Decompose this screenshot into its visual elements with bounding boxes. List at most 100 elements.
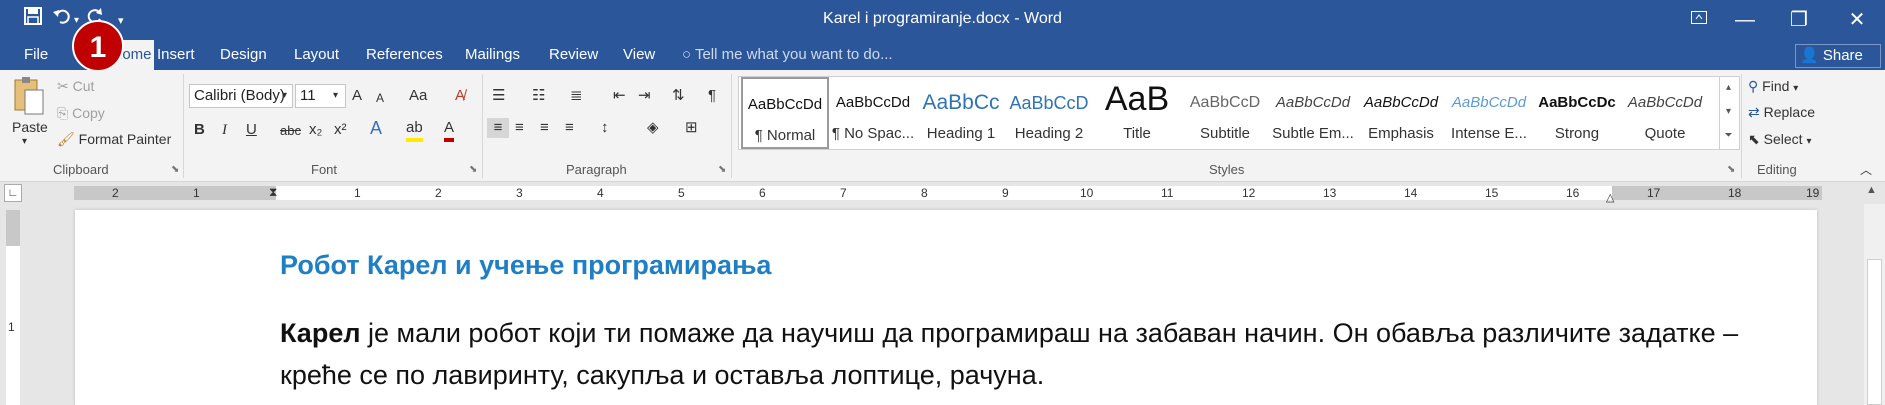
style-strong[interactable]: AaBbCcDc Strong — [1533, 77, 1621, 149]
shrink-font-icon[interactable]: A — [376, 88, 384, 108]
subscript-button[interactable]: x₂ — [309, 120, 322, 140]
sort-icon[interactable]: ⇅ — [672, 86, 685, 106]
style-heading-1[interactable]: AaBbCc Heading 1 — [917, 77, 1005, 149]
vertical-scrollbar[interactable] — [1864, 204, 1885, 405]
search-icon: ⚲ — [1748, 78, 1759, 94]
tab-selector-icon[interactable]: ∟ — [4, 184, 22, 202]
tab-design[interactable]: Design — [220, 46, 267, 63]
replace-button[interactable]: ⇄ Replace — [1748, 104, 1815, 121]
bold-button[interactable]: B — [194, 120, 205, 140]
style-emphasis[interactable]: AaBbCcDd Emphasis — [1357, 77, 1445, 149]
document-paragraph[interactable]: Карел је мали робот који ти помаже да на… — [280, 312, 1760, 396]
change-case-icon[interactable]: Aa — [409, 86, 427, 106]
minimize-button[interactable]: — — [1722, 4, 1768, 36]
grow-font-icon[interactable]: A — [352, 86, 362, 106]
indent-marker-icon[interactable]: ⧗ — [269, 182, 277, 202]
shading-icon[interactable]: ◈ — [647, 118, 659, 138]
ruler-number: 18 — [1728, 186, 1742, 200]
share-button[interactable]: 👤 Share — [1795, 44, 1881, 68]
superscript-button[interactable]: x² — [334, 120, 347, 140]
cut-button[interactable]: ✂ Cut — [57, 78, 94, 95]
close-button[interactable]: ✕ — [1834, 4, 1880, 36]
tell-me-search[interactable]: ○ Tell me what you want to do... — [682, 46, 893, 63]
tab-file[interactable]: File — [24, 46, 48, 63]
numbering-icon[interactable]: ☷ — [532, 86, 545, 106]
style-sample: AaBbCcDc — [1538, 94, 1616, 111]
style-no-spacing[interactable]: AaBbCcDd ¶ No Spac... — [829, 77, 917, 149]
tab-review[interactable]: Review — [549, 46, 598, 63]
ruler-number: 17 — [1647, 186, 1661, 200]
tab-insert[interactable]: Insert — [157, 46, 195, 63]
style-heading-2[interactable]: AaBbCcD Heading 2 — [1005, 77, 1093, 149]
select-dropdown-icon: ▾ — [1806, 136, 1812, 147]
align-right-icon[interactable]: ≡ — [540, 118, 549, 138]
styles-more-icon[interactable]: ⏷ — [1720, 124, 1737, 148]
document-heading[interactable]: Робот Карел и учење програмирања — [280, 250, 771, 281]
align-left-icon[interactable]: ≡ — [487, 118, 509, 138]
align-center-icon[interactable]: ≡ — [515, 118, 524, 138]
line-spacing-icon[interactable]: ↕ — [601, 118, 609, 138]
paste-dropdown-icon[interactable]: ▾ — [22, 136, 27, 147]
vertical-ruler[interactable]: 1 — [6, 210, 20, 405]
decrease-indent-icon[interactable]: ⇤ — [613, 86, 626, 106]
tab-view[interactable]: View — [623, 46, 655, 63]
restore-button[interactable]: ❐ — [1776, 4, 1822, 36]
borders-icon[interactable]: ⊞ — [685, 118, 698, 138]
scrollbar-thumb[interactable] — [1867, 259, 1882, 405]
ruler-number: 16 — [1566, 186, 1580, 200]
bullets-icon[interactable]: ☰ — [492, 86, 505, 106]
justify-icon[interactable]: ≡ — [565, 118, 574, 138]
tab-layout[interactable]: Layout — [294, 46, 339, 63]
font-launcher-icon[interactable]: ⬊ — [469, 164, 477, 175]
font-name-dropdown-icon[interactable]: ▾ — [282, 86, 287, 106]
font-size-dropdown-icon[interactable]: ▾ — [333, 86, 338, 106]
style-name: Subtitle — [1199, 125, 1251, 142]
show-marks-icon[interactable]: ¶ — [708, 86, 716, 106]
font-size-box[interactable]: 11 — [295, 84, 346, 108]
multilevel-list-icon[interactable]: ≣ — [570, 86, 583, 106]
style-name: Heading 2 — [1014, 125, 1084, 142]
styles-scroll-up-icon[interactable]: ▴ — [1720, 76, 1737, 100]
style-quote[interactable]: AaBbCcDd Quote — [1621, 77, 1709, 149]
styles-scroll-down-icon[interactable]: ▾ — [1720, 100, 1737, 124]
style-intense-emphasis[interactable]: AaBbCcDd Intense E... — [1445, 77, 1533, 149]
font-name-box[interactable]: Calibri (Body) — [189, 84, 293, 108]
increase-indent-icon[interactable]: ⇥ — [638, 86, 651, 106]
style-subtle-emphasis[interactable]: AaBbCcDd Subtle Em... — [1269, 77, 1357, 149]
styles-scroll[interactable]: ▴ ▾ ⏷ — [1719, 76, 1737, 150]
collapse-ribbon-icon[interactable]: ︿ — [1860, 160, 1872, 180]
tab-references[interactable]: References — [366, 46, 443, 63]
ribbon-display-options-icon[interactable] — [1676, 4, 1722, 36]
find-button[interactable]: ⚲ Find ▾ — [1748, 78, 1798, 95]
style-subtitle[interactable]: AaBbCcD Subtitle — [1181, 77, 1269, 149]
italic-button[interactable]: I — [222, 120, 227, 140]
horizontal-ruler[interactable]: 2 1 1 2 3 4 5 6 7 8 9 10 11 12 13 14 15 … — [74, 185, 1822, 204]
font-color-icon[interactable]: A — [444, 118, 455, 142]
copy-button[interactable]: ⎘ Copy — [57, 105, 105, 122]
style-sample: AaBbCcD — [1009, 93, 1089, 113]
format-painter-button[interactable]: 🖌 Format Painter — [57, 131, 171, 148]
ruler-number: 9 — [1002, 186, 1009, 200]
text-effects-icon[interactable]: A — [370, 118, 382, 138]
strikethrough-button[interactable]: abc — [280, 121, 301, 141]
tab-mailings[interactable]: Mailings — [465, 46, 520, 63]
document-page[interactable]: Робот Карел и учење програмирања Карел ј… — [75, 210, 1817, 405]
ruler-number: 11 — [1161, 186, 1174, 200]
font-group-label: Font — [311, 162, 338, 177]
paragraph-launcher-icon[interactable]: ⬊ — [718, 164, 726, 175]
clipboard-launcher-icon[interactable]: ⬊ — [171, 164, 179, 175]
style-title[interactable]: AaB Title — [1093, 77, 1181, 149]
select-button[interactable]: ⬉ Select ▾ — [1748, 131, 1811, 148]
style-normal[interactable]: AaBbCcDd ¶ Normal — [741, 77, 829, 149]
ruler-top-margin — [6, 210, 20, 246]
clear-formatting-icon[interactable]: A̸ — [455, 86, 465, 106]
ruler-number: 6 — [759, 186, 766, 200]
scroll-up-icon[interactable]: ▲ — [1866, 184, 1877, 196]
styles-launcher-icon[interactable]: ⬊ — [1727, 164, 1735, 175]
underline-button[interactable]: U — [246, 120, 257, 140]
editing-group-label: Editing — [1757, 162, 1797, 177]
paste-label[interactable]: Paste — [12, 119, 48, 135]
highlight-icon[interactable]: ab — [406, 118, 423, 142]
paste-icon[interactable] — [10, 76, 46, 116]
group-divider — [183, 74, 184, 178]
